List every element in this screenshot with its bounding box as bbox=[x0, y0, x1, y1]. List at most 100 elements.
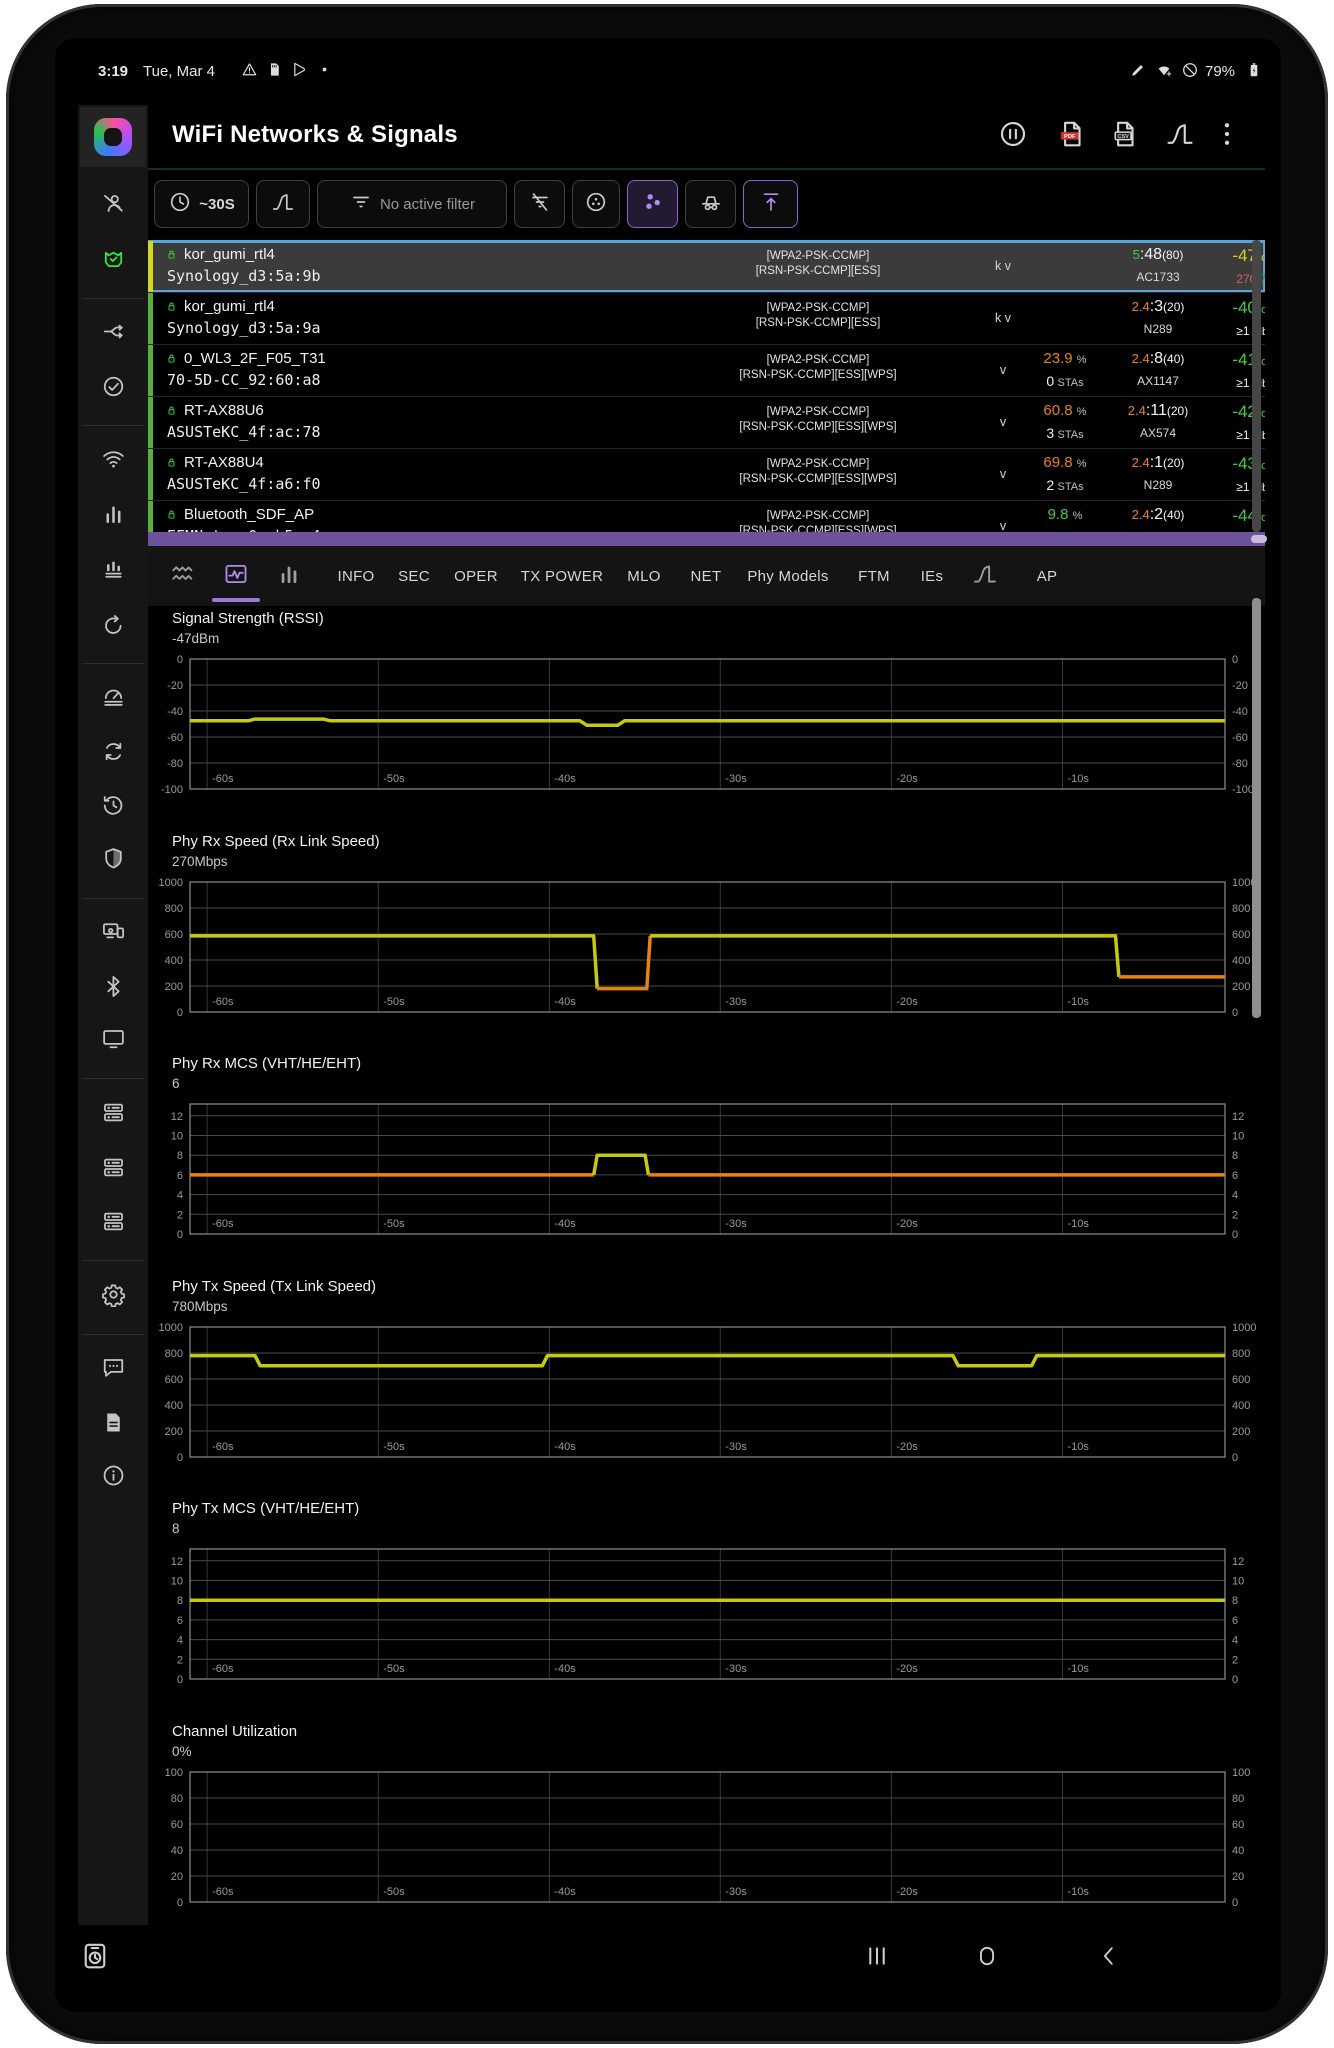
pause-circle-icon bbox=[998, 119, 1028, 154]
tab-net[interactable]: NET bbox=[691, 546, 722, 606]
sidebar-server2[interactable] bbox=[78, 1150, 148, 1190]
sidebar-divider bbox=[82, 898, 144, 899]
tab-mlo[interactable]: MLO bbox=[627, 546, 660, 606]
screenshot-tablet-icon bbox=[80, 1941, 110, 1976]
app-logo[interactable] bbox=[80, 107, 146, 167]
svg-text:200: 200 bbox=[1232, 981, 1250, 993]
sidebar-settings[interactable] bbox=[78, 1277, 148, 1317]
tab-net-label: NET bbox=[690, 567, 722, 585]
network-row[interactable]: RT-AX88U6 ASUSTeKC_4f:ac:78 [WPA2-PSK-CC… bbox=[148, 396, 1265, 448]
tab-ap[interactable]: AP bbox=[1037, 546, 1058, 606]
bssid-label: Synology_d3:5a:9b bbox=[167, 267, 321, 285]
network-row[interactable]: RT-AX88U4 ASUSTeKC_4f:a6:f0 [WPA2-PSK-CC… bbox=[148, 448, 1265, 500]
network-row[interactable]: Bluetooth_SDF_AP EFMNetwo_0e:b5:e4 [WPA2… bbox=[148, 500, 1265, 532]
clock-icon bbox=[168, 190, 192, 218]
tab-curve[interactable] bbox=[972, 546, 998, 606]
tab-timeline[interactable] bbox=[223, 546, 249, 606]
sidebar-refresh[interactable] bbox=[78, 734, 148, 774]
sidebar-redo[interactable] bbox=[78, 607, 148, 647]
sidebar-associate[interactable] bbox=[78, 186, 148, 226]
network-row[interactable]: 0_WL3_2F_F05_T31 70-5D-CC_92:60:a8 [WPA2… bbox=[148, 344, 1265, 396]
sidebar-branch[interactable] bbox=[78, 314, 148, 354]
tab-phy-models[interactable]: Phy Models bbox=[747, 546, 828, 606]
back-button[interactable] bbox=[1092, 1941, 1126, 1975]
sidebar-devices[interactable] bbox=[78, 914, 148, 954]
sidebar-about[interactable] bbox=[78, 1458, 148, 1498]
sidebar-bluetooth[interactable] bbox=[78, 969, 148, 1009]
tab-info[interactable]: INFO bbox=[337, 546, 374, 606]
sidebar-speedtest[interactable] bbox=[78, 679, 148, 719]
home-button[interactable] bbox=[970, 1941, 1004, 1975]
sidebar-stats-floor[interactable] bbox=[78, 552, 148, 592]
sidebar-server2-icon bbox=[101, 1155, 126, 1185]
lock-icon bbox=[165, 300, 178, 318]
sidebar-rank-badge[interactable] bbox=[78, 243, 148, 283]
sidebar-server1[interactable] bbox=[78, 1095, 148, 1135]
chart-plot[interactable]: -60s -50s -40s -30s -20s -10s 12 12 10 10 8 8 6 6 4 4 2 2… bbox=[140, 1098, 1265, 1246]
svg-text:0: 0 bbox=[177, 1452, 183, 1464]
pause-button[interactable] bbox=[995, 118, 1031, 154]
filter-chip[interactable]: No active filter bbox=[317, 180, 507, 228]
svg-text:4: 4 bbox=[1232, 1190, 1238, 1202]
tab-sweep[interactable] bbox=[170, 546, 196, 606]
chart-rssi: Signal Strength (RSSI) -47dBm -60s -50s -4… bbox=[140, 610, 1265, 830]
tab-ies[interactable]: IEs bbox=[921, 546, 944, 606]
splitter-handle[interactable] bbox=[1251, 535, 1267, 543]
scroll-top-chip[interactable] bbox=[743, 180, 798, 228]
sidebar-wifi[interactable] bbox=[78, 441, 148, 481]
svg-text:-40: -40 bbox=[1232, 706, 1248, 718]
export-csv-button[interactable]: CSV bbox=[1107, 118, 1143, 154]
tab-tx-power[interactable]: TX POWER bbox=[521, 546, 603, 606]
chart-plot[interactable]: -60s -50s -40s -30s -20s -10s1000 1000800 80060… bbox=[140, 1321, 1265, 1469]
svg-text:-50s: -50s bbox=[383, 1663, 405, 1675]
svg-text:4: 4 bbox=[1232, 1635, 1238, 1647]
sidebar-stats[interactable] bbox=[78, 497, 148, 537]
chart-title: Phy Tx Speed (Tx Link Speed) bbox=[172, 1278, 376, 1295]
scan-progress-line bbox=[148, 168, 1265, 170]
security-label: [WPA2-PSK-CCMP] [RSN-PSK-CCMP][ESS][WPS] bbox=[739, 458, 897, 485]
svg-text:-60s: -60s bbox=[212, 773, 234, 785]
recents-button[interactable] bbox=[860, 1941, 894, 1975]
chart-plot[interactable]: -60s -50s -40s -30s -20s -10s 100 100 80 80 60 60 40… bbox=[140, 1766, 1265, 1914]
scan-interval-chip-label: ~30S bbox=[199, 195, 235, 213]
chart-plot[interactable]: -60s -50s -40s -30s -20s -10s 0 0 -20 -20 -40 -40 -6… bbox=[140, 653, 1265, 801]
stations-chip[interactable] bbox=[572, 180, 620, 228]
splitter-bar[interactable] bbox=[148, 532, 1267, 546]
scan-interval-chip[interactable]: ~30S bbox=[154, 180, 249, 228]
capabilities-label: k v bbox=[995, 259, 1011, 273]
tab-sec[interactable]: SEC bbox=[398, 546, 430, 606]
network-row[interactable]: kor_gumi_rtl4 Synology_d3:5a:9a [WPA2-PS… bbox=[148, 292, 1265, 344]
tab-bars[interactable] bbox=[276, 546, 302, 606]
svg-text:-10s: -10s bbox=[1068, 1663, 1090, 1675]
tab-oper[interactable]: OPER bbox=[454, 546, 498, 606]
svg-text:6: 6 bbox=[1232, 1170, 1238, 1182]
sidebar-security[interactable] bbox=[78, 841, 148, 881]
svg-text:600: 600 bbox=[165, 929, 183, 941]
incognito-chip[interactable] bbox=[685, 180, 736, 228]
scatter-dots-icon bbox=[641, 190, 665, 218]
sidebar-feedback[interactable] bbox=[78, 1350, 148, 1390]
sidebar-check[interactable] bbox=[78, 369, 148, 409]
network-row[interactable]: kor_gumi_rtl4 Synology_d3:5a:9b [WPA2-PS… bbox=[148, 240, 1265, 292]
sidebar-logs[interactable] bbox=[78, 1405, 148, 1445]
svg-text:800: 800 bbox=[165, 1348, 183, 1360]
clear-filter-chip[interactable] bbox=[514, 180, 565, 228]
chart-plot[interactable]: -60s -50s -40s -30s -20s -10s 12 12 10 10 8 8 6 6 4 4 2 2… bbox=[140, 1543, 1265, 1691]
overflow-menu-button[interactable] bbox=[1209, 118, 1245, 154]
svg-text:-40s: -40s bbox=[554, 773, 576, 785]
scatter-chip[interactable] bbox=[627, 180, 678, 228]
app-bar: WiFi Networks & Signals PDF CSV bbox=[148, 105, 1265, 168]
sidebar-server3[interactable] bbox=[78, 1204, 148, 1244]
network-list[interactable]: kor_gumi_rtl4 Synology_d3:5a:9b [WPA2-PS… bbox=[148, 240, 1265, 532]
charts-scrollbar[interactable] bbox=[1252, 598, 1261, 1018]
throughput-curve-button[interactable] bbox=[1162, 118, 1198, 154]
network-list-scrollbar[interactable] bbox=[1252, 240, 1261, 532]
export-pdf-button[interactable]: PDF bbox=[1054, 118, 1090, 154]
curve-chip[interactable] bbox=[256, 180, 310, 228]
sidebar-history[interactable] bbox=[78, 787, 148, 827]
sidebar-display[interactable] bbox=[78, 1021, 148, 1061]
tab-ftm[interactable]: FTM bbox=[858, 546, 890, 606]
screenshot-button[interactable] bbox=[78, 1941, 112, 1975]
chart-plot[interactable]: -60s -50s -40s -30s -20s -10s1000 1000800 80060… bbox=[140, 876, 1265, 1024]
clock-time: 3:19 bbox=[98, 63, 129, 80]
